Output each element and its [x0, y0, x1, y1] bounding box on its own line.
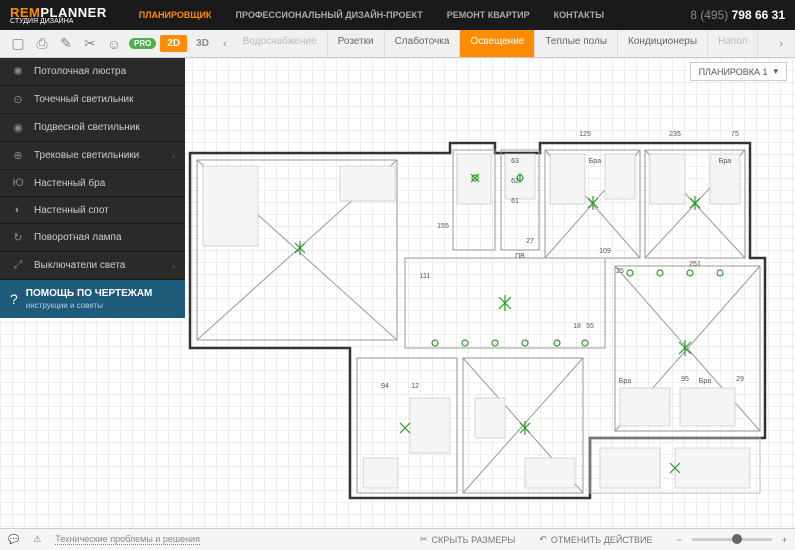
svg-text:111: 111 [420, 273, 431, 280]
tools-icon[interactable]: ✂ [79, 33, 101, 55]
zoom-in-button[interactable]: + [782, 535, 787, 545]
svg-text:Бра: Бра [699, 378, 711, 385]
floorplan[interactable]: 125 235 75 155 27 111 109 251 18 55 94 1… [185, 98, 770, 508]
chevron-down-icon: ▾ [773, 66, 778, 77]
new-icon[interactable]: ▢ [7, 33, 29, 55]
nav-design[interactable]: ПРОФЕССИОНАЛЬНЫЙ ДИЗАЙН-ПРОЕКТ [236, 10, 423, 20]
user-icon[interactable]: ☺ [103, 33, 125, 55]
view-2d-button[interactable]: 2D [160, 35, 187, 52]
sidebar-item-pendant[interactable]: ◉Подвесной светильник [0, 114, 185, 142]
lighting-sidebar: ✺Потолочная люстра ⊙Точечный светильник … [0, 58, 185, 318]
svg-text:62: 62 [511, 178, 519, 185]
tab-lowvoltage[interactable]: Слаботочка [385, 30, 461, 57]
view-3d-button[interactable]: 3D [189, 35, 216, 52]
logo[interactable]: REMPLANNER СТУДИЯ ДИЗАЙНА [10, 5, 107, 25]
tab-water[interactable]: Водоснабжение [233, 30, 328, 57]
svg-text:94: 94 [381, 383, 389, 390]
svg-text:125: 125 [579, 131, 591, 138]
wallspot-icon: ◐ [10, 204, 26, 216]
svg-text:25: 25 [616, 268, 624, 275]
sidebar-item-wallspot[interactable]: ◐Настенный спот [0, 197, 185, 224]
svg-text:Бра: Бра [589, 158, 601, 165]
sidebar-item-spotlight[interactable]: ⊙Точечный светильник [0, 86, 185, 114]
svg-text:235: 235 [669, 131, 681, 138]
nav-contacts[interactable]: КОНТАКТЫ [554, 10, 604, 20]
zoom-out-button[interactable]: − [676, 535, 681, 545]
svg-text:95: 95 [681, 376, 689, 383]
rotating-icon: ↻ [10, 231, 26, 244]
zoom-slider[interactable] [692, 538, 772, 541]
nav-planner[interactable]: ПЛАНИРОВЩИК [139, 10, 212, 20]
phone-number: 8 (495) 798 66 31 [690, 8, 785, 22]
chevron-right-icon: › [172, 151, 175, 161]
tab-ac[interactable]: Кондиционеры [618, 30, 708, 57]
svg-text:55: 55 [586, 323, 594, 330]
svg-text:Бра: Бра [719, 158, 731, 165]
svg-text:27: 27 [526, 238, 534, 245]
ruler-icon[interactable]: ✎ [55, 33, 77, 55]
print-icon[interactable]: ⎙ [31, 33, 53, 55]
spotlight-icon: ⊙ [10, 93, 26, 106]
layout-dropdown[interactable]: ПЛАНИРОВКА 1▾ [690, 62, 787, 81]
sidebar-item-track[interactable]: ⊕Трековые светильники› [0, 142, 185, 170]
chandelier-icon: ✺ [10, 65, 26, 78]
svg-text:75: 75 [731, 131, 739, 138]
svg-text:109: 109 [599, 248, 611, 255]
pendant-icon: ◉ [10, 121, 26, 134]
sidebar-help[interactable]: ? ПОМОЩЬ ПО ЧЕРТЕЖАМ инструкции и советы [0, 280, 185, 318]
help-icon: ? [10, 291, 18, 307]
main-header: REMPLANNER СТУДИЯ ДИЗАЙНА ПЛАНИРОВЩИК ПР… [0, 0, 795, 30]
status-chat-icon[interactable]: 💬 [8, 534, 19, 545]
tab-sockets[interactable]: Розетки [328, 30, 385, 57]
tab-lighting[interactable]: Освещение [460, 30, 535, 57]
sidebar-item-sconce[interactable]: ЮНастенный бра [0, 170, 185, 197]
chevron-right-icon: › [172, 261, 175, 271]
tab-floor[interactable]: Напол [708, 30, 758, 57]
nav-repair[interactable]: РЕМОНТ КВАРТИР [447, 10, 530, 20]
svg-text:29: 29 [736, 376, 744, 383]
undo-button[interactable]: ↶ ОТМЕНИТЬ ДЕЙСТВИЕ [539, 534, 652, 545]
hide-dims-button[interactable]: ✂ СКРЫТЬ РАЗМЕРЫ [420, 534, 515, 545]
svg-text:155: 155 [437, 223, 449, 230]
tab-heating[interactable]: Теплые полы [535, 30, 618, 57]
svg-text:ПВ: ПВ [515, 253, 525, 260]
tabs-prev-icon[interactable]: ‹ [217, 38, 233, 50]
svg-text:63: 63 [511, 158, 519, 165]
svg-text:12: 12 [411, 383, 419, 390]
sidebar-item-switches[interactable]: ⤢Выключатели света› [0, 252, 185, 280]
sconce-icon: Ю [10, 177, 26, 189]
status-warning-icon[interactable]: ⚠ [33, 534, 41, 545]
tech-issues-link[interactable]: Технические проблемы и решения [55, 534, 200, 545]
pro-badge[interactable]: PRO [129, 38, 156, 49]
svg-text:251: 251 [689, 261, 701, 268]
track-icon: ⊕ [10, 149, 26, 162]
status-bar: 💬 ⚠ Технические проблемы и решения ✂ СКР… [0, 528, 795, 550]
svg-text:18: 18 [573, 323, 581, 330]
category-tabs: Водоснабжение Розетки Слаботочка Освещен… [233, 30, 774, 57]
tabs-next-icon[interactable]: › [773, 38, 789, 50]
svg-text:61: 61 [511, 198, 519, 205]
sidebar-item-chandelier[interactable]: ✺Потолочная люстра [0, 58, 185, 86]
switch-icon: ⤢ [10, 259, 26, 272]
svg-text:Бра: Бра [619, 378, 631, 385]
toolbar: ▢ ⎙ ✎ ✂ ☺ PRO 2D 3D ‹ Водоснабжение Розе… [0, 30, 795, 58]
sidebar-item-rotating[interactable]: ↻Поворотная лампа [0, 224, 185, 252]
